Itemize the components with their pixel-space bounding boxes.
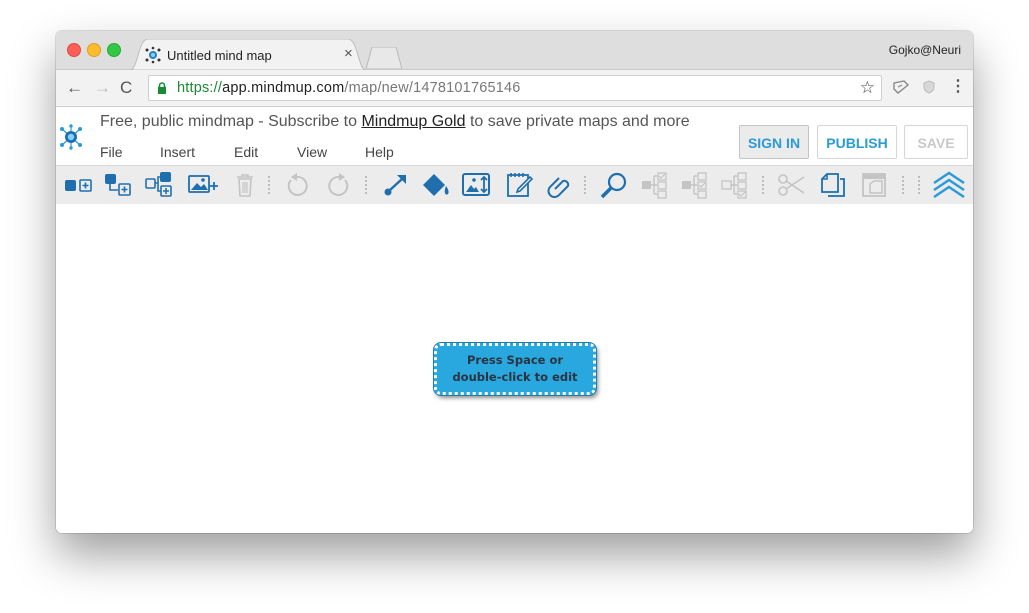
collapse-icon[interactable] — [640, 171, 670, 199]
connector-icon[interactable] — [381, 171, 411, 199]
toolbar — [56, 165, 973, 205]
kebab-menu-icon[interactable]: ⋮ — [950, 76, 966, 96]
cut-icon[interactable] — [776, 171, 806, 199]
paint-bucket-icon[interactable] — [420, 171, 450, 199]
toolbar-separator — [584, 176, 586, 194]
mindmap-canvas[interactable]: Press Space or double-click to edit — [56, 204, 973, 533]
toolbar-separator — [902, 176, 904, 194]
mindmup-gold-link[interactable]: Mindmup Gold — [361, 113, 465, 130]
tab-close-icon[interactable]: × — [344, 45, 353, 62]
undo-icon[interactable] — [282, 171, 312, 199]
back-button[interactable]: ← — [66, 78, 83, 98]
new-tab-button[interactable] — [366, 47, 402, 69]
sign-in-button[interactable]: SIGN IN — [739, 125, 809, 159]
menu-help[interactable]: Help — [365, 144, 394, 160]
menu-file[interactable]: File — [100, 144, 123, 160]
toolbar-separator — [762, 176, 764, 194]
toolbar-separator — [918, 176, 920, 194]
paste-icon[interactable] — [860, 171, 890, 199]
minimize-window-button[interactable] — [87, 43, 101, 57]
bookmark-star-icon[interactable]: ☆ — [860, 78, 875, 98]
image-resize-icon[interactable] — [461, 171, 491, 199]
mindmup-favicon-icon — [145, 46, 161, 64]
promo-text: Free, public mindmap - Subscribe to Mind… — [100, 113, 690, 130]
add-parent-icon[interactable] — [145, 171, 175, 199]
app-header: Free, public mindmap - Subscribe to Mind… — [56, 107, 973, 165]
add-image-icon[interactable] — [187, 171, 218, 199]
toolbar-separator — [365, 176, 367, 194]
toggle-collapse-icon[interactable] — [680, 171, 710, 199]
browser-window: Untitled mind map × Gojko@Neuri ← → C ht… — [56, 31, 973, 533]
toolbar-separator — [268, 176, 270, 194]
shield-icon[interactable] — [922, 80, 936, 94]
save-button[interactable]: SAVE — [904, 125, 968, 159]
hide-toolbar-icon[interactable] — [932, 171, 965, 199]
tab-bar: Untitled mind map × Gojko@Neuri — [56, 31, 973, 70]
profile-name[interactable]: Gojko@Neuri — [889, 43, 961, 57]
search-icon[interactable] — [598, 171, 628, 199]
copy-icon[interactable] — [818, 171, 848, 199]
add-child-icon[interactable] — [64, 171, 94, 199]
close-window-button[interactable] — [67, 43, 81, 57]
url-text: https://app.mindmup.com/map/new/14781017… — [177, 80, 521, 96]
publish-button[interactable]: PUBLISH — [817, 125, 897, 159]
delete-icon[interactable] — [230, 171, 260, 199]
lock-icon — [158, 82, 166, 94]
extension-icon[interactable] — [892, 80, 910, 94]
notes-icon[interactable] — [505, 171, 535, 199]
redo-icon[interactable] — [324, 171, 354, 199]
add-sibling-icon[interactable] — [104, 171, 134, 199]
url-field[interactable]: https://app.mindmup.com/map/new/14781017… — [148, 75, 882, 101]
tab-active[interactable]: Untitled mind map × — [130, 39, 366, 70]
reload-button[interactable]: C — [120, 78, 132, 98]
tab-title: Untitled mind map — [167, 48, 272, 63]
menu-view[interactable]: View — [297, 144, 327, 160]
link-icon[interactable] — [544, 171, 574, 199]
zoom-window-button[interactable] — [107, 43, 121, 57]
forward-button[interactable]: → — [94, 78, 111, 98]
expand-icon[interactable] — [720, 171, 750, 199]
root-node[interactable]: Press Space or double-click to edit — [433, 342, 597, 396]
menu-insert[interactable]: Insert — [160, 144, 195, 160]
address-bar-row: ← → C https://app.mindmup.com/map/new/14… — [56, 70, 973, 107]
mindmup-logo-icon[interactable] — [58, 124, 84, 150]
menu-edit[interactable]: Edit — [234, 144, 258, 160]
